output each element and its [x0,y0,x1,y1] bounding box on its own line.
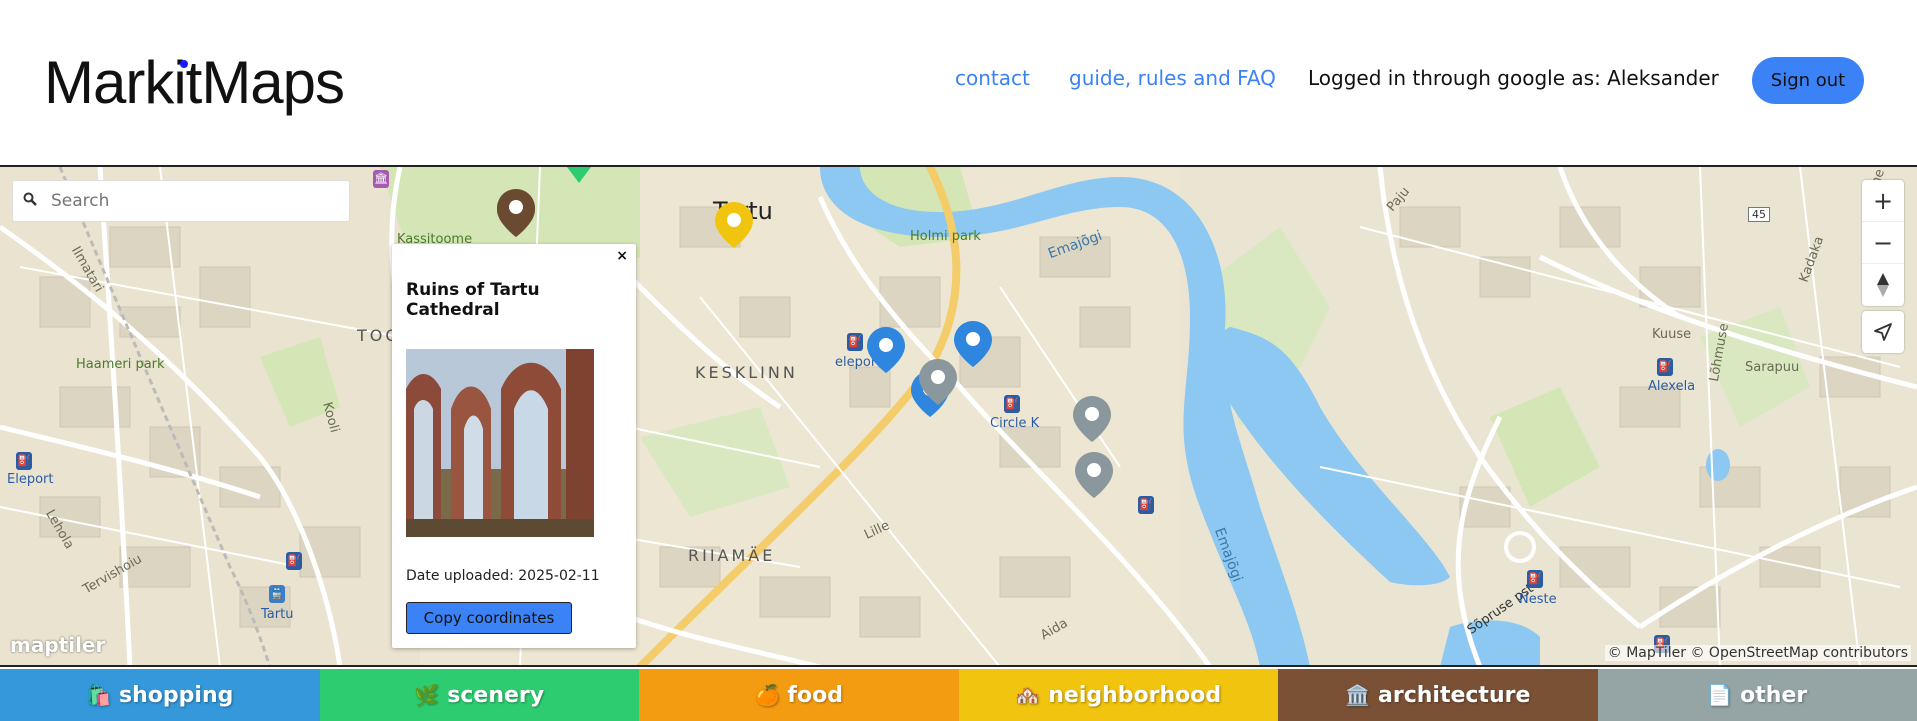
marker-popup: × Ruins of Tartu Cathedral Date uploaded… [392,244,636,648]
logo[interactable]: MarkitMaps [44,48,345,117]
marker-shopping[interactable] [866,325,906,375]
zoom-controls: + − [1862,180,1904,306]
zoom-out-button[interactable]: − [1862,222,1904,264]
category-label: architecture [1378,682,1531,708]
login-status: Logged in through google as: Aleksander [1308,66,1719,90]
popup-photo[interactable] [406,349,594,537]
category-shopping[interactable]: 🛍️ shopping [0,669,320,721]
nav-guide-link[interactable]: guide, rules and FAQ [1069,66,1276,90]
marker-scenery[interactable] [564,167,594,187]
sign-out-button[interactable]: Sign out [1752,57,1864,104]
category-other[interactable]: 📄 other [1597,669,1917,721]
marker-neighborhood[interactable] [714,200,754,250]
houses-icon: 🏘️ [1015,683,1041,707]
popup-title: Ruins of Tartu Cathedral [406,280,540,320]
marker-architecture[interactable] [496,187,536,237]
marker-other[interactable] [1072,394,1112,444]
geolocate-button[interactable] [1862,311,1904,353]
maptiler-logo[interactable]: maptiler [10,633,105,657]
nav-contact-link[interactable]: contact [955,66,1030,90]
marker-other[interactable] [918,357,958,407]
category-label: food [787,682,843,708]
category-architecture[interactable]: 🏛️ architecture [1278,669,1598,721]
category-scenery[interactable]: 🌿 scenery [319,669,639,721]
copy-coordinates-button[interactable]: Copy coordinates [406,602,572,634]
map-canvas[interactable]: Tartu KESKLINN RIIAMÄE TOO Emajõgi Emajõ… [0,165,1917,667]
category-label: other [1740,682,1808,708]
leaf-icon: 🌿 [414,683,440,707]
category-bar: 🛍️ shopping 🌿 scenery 🍊 food 🏘️ neighbor… [0,669,1917,721]
marker-shopping[interactable] [953,319,993,369]
classical-building-icon: 🏛️ [1345,683,1371,707]
marker-other[interactable] [1074,450,1114,500]
category-food[interactable]: 🍊 food [639,669,959,721]
search-input[interactable] [51,187,341,215]
logo-dot [180,60,188,68]
geolocate-control [1862,311,1904,353]
compass-button[interactable] [1862,264,1904,306]
markers-layer [0,167,1917,667]
category-label: neighborhood [1048,682,1222,708]
zoom-in-button[interactable]: + [1862,180,1904,222]
header: MarkitMaps contact guide, rules and FAQ … [0,0,1917,165]
document-icon: 📄 [1707,683,1733,707]
category-label: shopping [119,682,234,708]
shopping-bag-icon: 🛍️ [86,683,112,707]
search-icon [23,192,37,206]
orange-icon: 🍊 [754,683,780,707]
category-neighborhood[interactable]: 🏘️ neighborhood [958,669,1278,721]
compass-icon [1877,273,1889,297]
locate-arrow-icon [1874,323,1892,341]
map-attribution[interactable]: © MapTiler © OpenStreetMap contributors [1604,645,1911,661]
search-box[interactable] [12,180,350,222]
popup-close-button[interactable]: × [616,248,628,264]
category-label: scenery [447,682,545,708]
popup-date: Date uploaded: 2025-02-11 [406,568,600,584]
